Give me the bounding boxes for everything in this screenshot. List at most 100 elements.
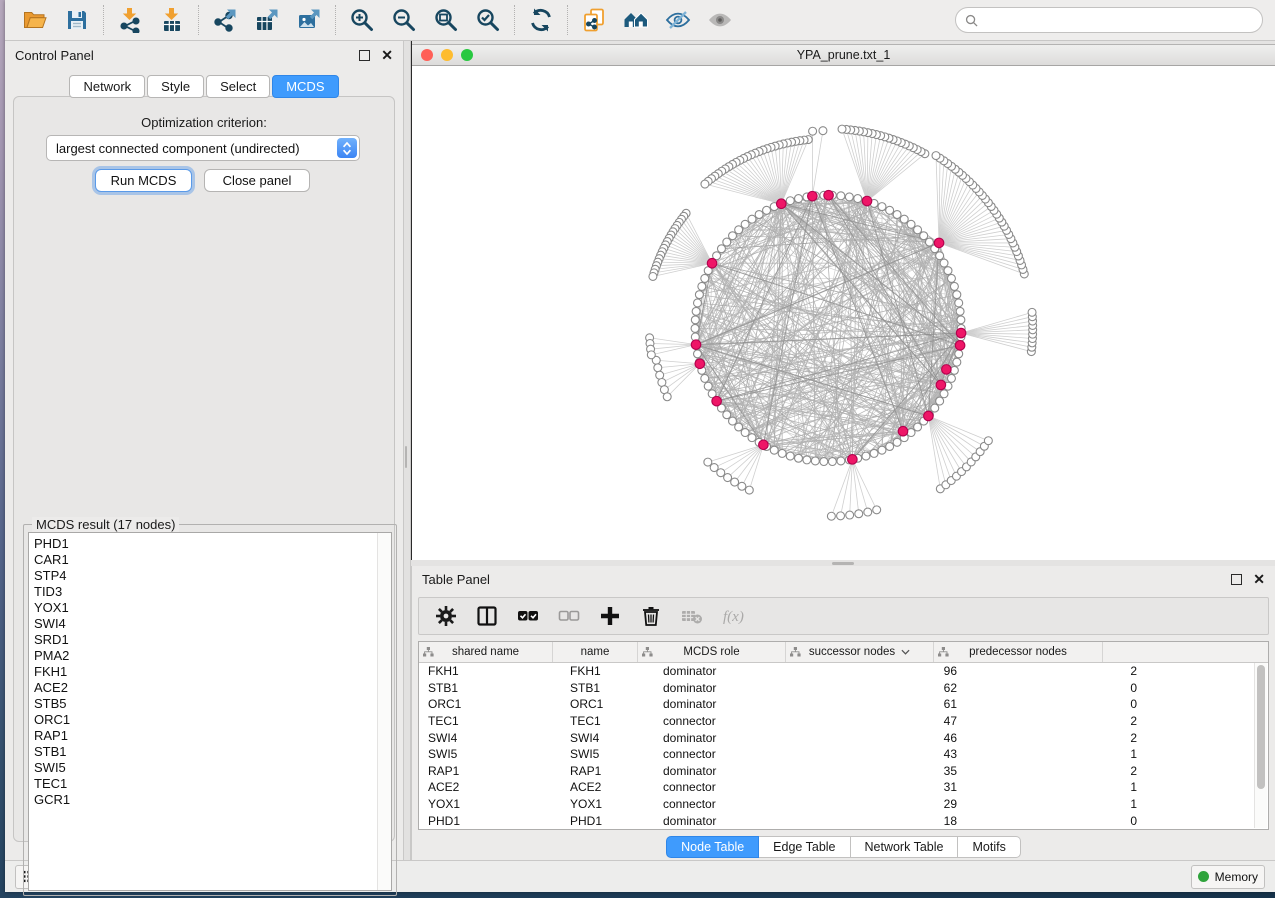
tab-style[interactable]: Style	[147, 75, 204, 98]
network-node[interactable]	[729, 232, 737, 240]
tab-edge-table[interactable]: Edge Table	[759, 836, 850, 858]
network-node[interactable]	[704, 382, 712, 390]
mcds-result-item[interactable]: PHD1	[34, 536, 391, 552]
network-node[interactable]	[755, 211, 763, 219]
network-node[interactable]	[953, 291, 961, 299]
zoom-fit-icon[interactable]	[433, 7, 459, 33]
close-window-icon[interactable]	[421, 49, 433, 61]
optimization-criterion-select[interactable]: largest connected component (undirected)	[46, 135, 360, 161]
mcds-node[interactable]	[712, 396, 722, 406]
search-input[interactable]	[983, 12, 1253, 28]
network-node[interactable]	[763, 206, 771, 214]
zoom-in-icon[interactable]	[349, 7, 375, 33]
network-node[interactable]	[795, 454, 803, 462]
network-node[interactable]	[940, 259, 948, 267]
first-neighbors-icon[interactable]	[623, 7, 649, 33]
mcds-result-listbox[interactable]: PHD1CAR1STP4TID3YOX1SWI4SRD1PMA2FKH1ACE2…	[28, 532, 392, 891]
mcds-result-item[interactable]: TEC1	[34, 776, 391, 792]
network-node[interactable]	[819, 127, 827, 135]
network-node[interactable]	[691, 324, 699, 332]
maximize-window-icon[interactable]	[461, 49, 473, 61]
zoom-selected-icon[interactable]	[475, 7, 501, 33]
table-scrollbar[interactable]	[1254, 663, 1267, 828]
network-node[interactable]	[795, 195, 803, 203]
network-node[interactable]	[947, 274, 955, 282]
network-node[interactable]	[920, 232, 928, 240]
network-node[interactable]	[694, 299, 702, 307]
network-node[interactable]	[932, 152, 940, 160]
mcds-list-scrollbar[interactable]	[377, 533, 391, 890]
network-node[interactable]	[1028, 308, 1036, 316]
network-node[interactable]	[717, 245, 725, 253]
network-node[interactable]	[701, 374, 709, 382]
run-mcds-button[interactable]: Run MCDS	[95, 169, 192, 192]
mcds-node[interactable]	[924, 411, 934, 421]
select-all-icon[interactable]	[516, 604, 540, 628]
network-node[interactable]	[694, 350, 702, 358]
network-node[interactable]	[735, 423, 743, 431]
mcds-result-item[interactable]: YOX1	[34, 600, 391, 616]
export-table-icon[interactable]	[254, 7, 280, 33]
network-node[interactable]	[845, 193, 853, 201]
table-row[interactable]: YOX1YOX1connector291	[419, 796, 1254, 813]
network-node[interactable]	[723, 411, 731, 419]
network-node[interactable]	[907, 220, 915, 228]
network-node[interactable]	[870, 449, 878, 457]
network-node[interactable]	[698, 282, 706, 290]
mcds-node[interactable]	[824, 190, 834, 200]
network-node[interactable]	[984, 437, 992, 445]
network-node[interactable]	[854, 195, 862, 203]
split-view-icon[interactable]	[475, 604, 499, 628]
network-node[interactable]	[647, 351, 655, 359]
network-node[interactable]	[691, 316, 699, 324]
table-row[interactable]: RAP1RAP1dominator352	[419, 763, 1254, 780]
network-node[interactable]	[741, 220, 749, 228]
save-session-icon[interactable]	[64, 7, 90, 33]
vertical-splitter[interactable]	[403, 41, 411, 860]
table-row[interactable]: PHD1PHD1dominator180	[419, 812, 1254, 829]
network-node[interactable]	[878, 446, 886, 454]
network-node[interactable]	[907, 429, 915, 437]
close-table-panel-icon[interactable]: ✕	[1253, 572, 1265, 586]
network-node[interactable]	[649, 272, 657, 280]
mcds-node[interactable]	[691, 340, 701, 350]
network-node[interactable]	[950, 366, 958, 374]
export-image-icon[interactable]	[296, 7, 322, 33]
network-node[interactable]	[723, 238, 731, 246]
mcds-result-item[interactable]: SWI4	[34, 616, 391, 632]
network-node[interactable]	[654, 364, 662, 372]
mcds-result-item[interactable]: TID3	[34, 584, 391, 600]
network-node[interactable]	[862, 452, 870, 460]
network-node[interactable]	[809, 127, 817, 135]
mcds-node[interactable]	[942, 365, 952, 375]
open-file-icon[interactable]	[22, 7, 48, 33]
mcds-node[interactable]	[759, 440, 769, 450]
network-node[interactable]	[864, 508, 872, 516]
network-node[interactable]	[925, 238, 933, 246]
mcds-result-item[interactable]: FKH1	[34, 664, 391, 680]
show-all-icon[interactable]	[707, 7, 733, 33]
network-node[interactable]	[741, 429, 749, 437]
network-node[interactable]	[748, 434, 756, 442]
mcds-result-item[interactable]: ORC1	[34, 712, 391, 728]
table-row[interactable]: ORC1ORC1dominator610	[419, 696, 1254, 713]
network-node[interactable]	[827, 512, 835, 520]
network-node[interactable]	[931, 404, 939, 412]
network-node[interactable]	[701, 180, 709, 188]
column-header-successor-nodes[interactable]: successor nodes	[786, 642, 934, 662]
mcds-result-item[interactable]: ACE2	[34, 680, 391, 696]
import-network-icon[interactable]	[117, 7, 143, 33]
network-node[interactable]	[778, 449, 786, 457]
network-node[interactable]	[956, 307, 964, 315]
import-table-icon[interactable]	[159, 7, 185, 33]
network-node[interactable]	[837, 512, 845, 520]
network-node[interactable]	[656, 371, 664, 379]
tab-network-table[interactable]: Network Table	[851, 836, 959, 858]
network-canvas[interactable]	[412, 66, 1275, 560]
mcds-node[interactable]	[777, 199, 787, 209]
network-node[interactable]	[820, 458, 828, 466]
table-row[interactable]: STB1STB1dominator620	[419, 680, 1254, 697]
network-node[interactable]	[663, 393, 671, 401]
network-node[interactable]	[936, 252, 944, 260]
tab-network[interactable]: Network	[69, 75, 145, 98]
